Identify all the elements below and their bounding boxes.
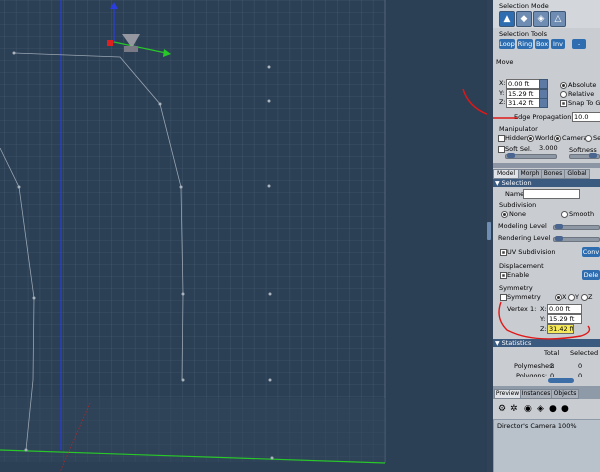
red-annotation-stroke — [462, 88, 487, 115]
3d-viewport[interactable] — [0, 0, 487, 472]
properties-panel: Selection Mode ▲ ◆ ◈ △ Selection Tools L… — [493, 0, 600, 472]
viewport-canvas[interactable] — [0, 0, 487, 472]
ground-grid — [0, 0, 385, 462]
collapse-handle[interactable] — [487, 222, 491, 240]
red-annotation-overlay — [493, 117, 591, 340]
